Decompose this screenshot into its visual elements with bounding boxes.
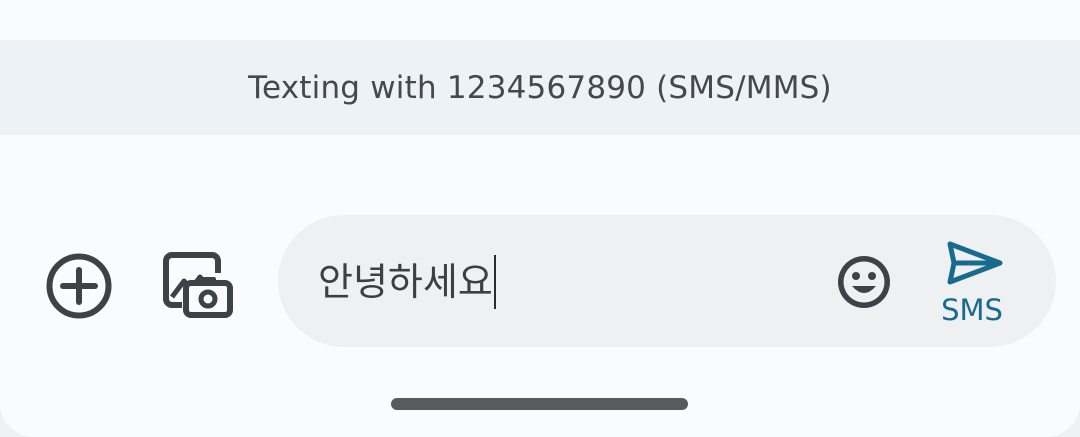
compose-input[interactable]: 안녕하세요 [318, 254, 496, 312]
compose-text-value: 안녕하세요 [318, 260, 493, 304]
emoji-icon [838, 256, 890, 308]
home-indicator[interactable] [391, 398, 688, 410]
send-label: SMS [941, 293, 1003, 327]
add-attachment-button[interactable] [40, 247, 118, 325]
emoji-button[interactable] [833, 251, 895, 313]
texting-banner: Texting with 1234567890 (SMS/MMS) [0, 40, 1080, 135]
send-sms-button[interactable]: SMS [930, 239, 1014, 331]
conversation-screen: Texting with 1234567890 (SMS/MMS) 안녕하세요 [0, 0, 1080, 437]
add-circle-icon [46, 253, 112, 319]
send-icon [947, 241, 1003, 285]
gallery-camera-icon [163, 252, 233, 318]
texting-banner-text: Texting with 1234567890 (SMS/MMS) [248, 69, 832, 106]
gallery-camera-button[interactable] [156, 245, 236, 325]
compose-message-field[interactable]: 안녕하세요 SMS [278, 215, 1056, 347]
text-cursor [493, 254, 496, 309]
